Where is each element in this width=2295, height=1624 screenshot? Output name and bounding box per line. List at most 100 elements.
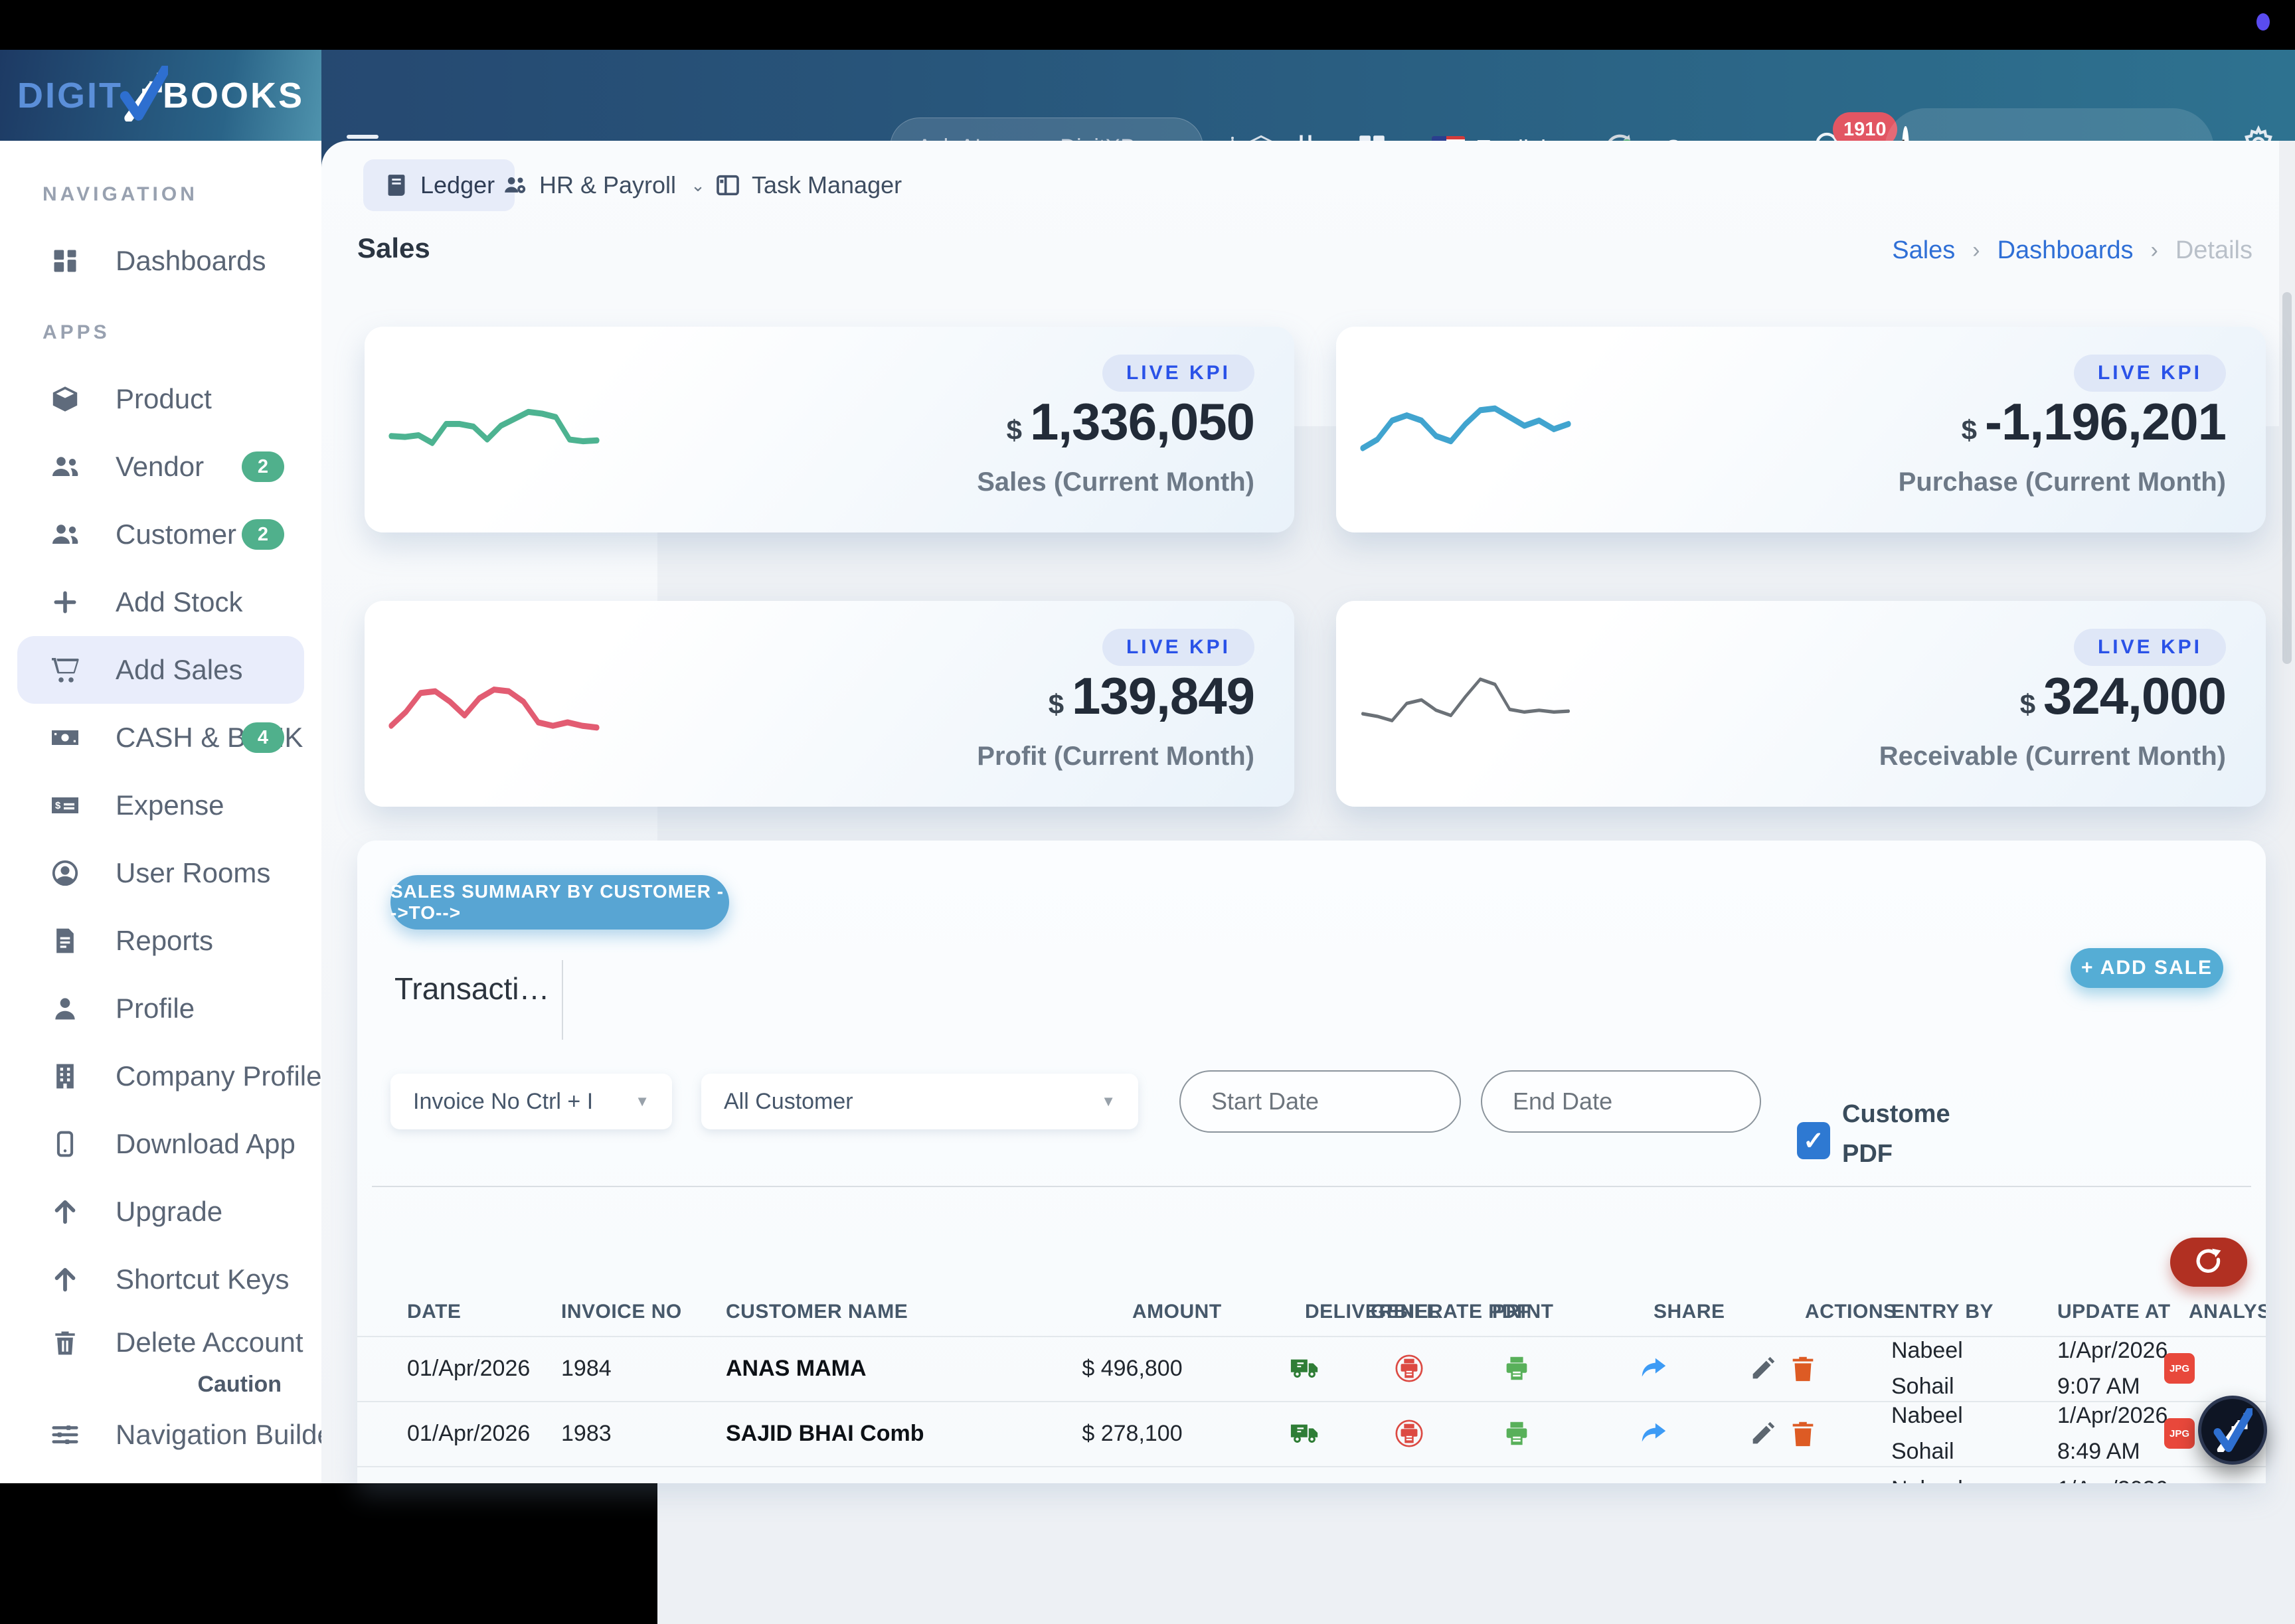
end-date-input[interactable] [1481,1070,1761,1133]
purchase-sparkline [1363,388,1569,474]
sidebar-item-expense[interactable]: $ Expense [17,771,304,839]
kpi-label: Sales (Current Month) [977,467,1254,497]
sidebar-item-upgrade[interactable]: Upgrade [17,1178,304,1246]
sidebar: NAVIGATION Dashboards APPS Product Vendo… [0,141,321,1483]
sidebar-item-product[interactable]: Product [17,365,304,433]
transactions-title: Transacti… [394,971,549,1007]
sidebar-item-user-rooms[interactable]: User Rooms [17,839,304,907]
kpi-label: Purchase (Current Month) [1899,467,2226,497]
sidebar-item-label: Dashboards [116,245,266,277]
kpi-value: 324,000 [2043,670,2226,722]
page-scrollbar[interactable] [2279,141,2295,1483]
tab-ledger[interactable]: Ledger [363,159,515,211]
tab-label: HR & Payroll [539,171,676,199]
analysis-jpg-icon[interactable]: JPG [2164,1336,2195,1401]
sales-summary-button[interactable]: SALES SUMMARY BY CUSTOMER -->TO--> [390,875,729,930]
start-date-input[interactable] [1179,1070,1461,1133]
col-header-print[interactable]: PRINT [1492,1288,1554,1336]
sidebar-item-dashboards[interactable]: Dashboards [17,227,304,295]
breadcrumb-dashboards[interactable]: Dashboards [1998,236,2134,265]
users-icon [49,451,81,483]
sidebar-item-shortcut-keys[interactable]: Shortcut Keys [17,1246,304,1313]
kpi-card-sales: LIVE KPI $1,336,050 Sales (Current Month… [365,327,1294,532]
print-icon[interactable] [1501,1401,1532,1466]
live-kpi-badge: LIVE KPI [2074,355,2226,392]
tab-label: Ledger [420,171,495,199]
product-cube-icon [49,383,81,415]
col-header-analysis[interactable]: ANALYSIS [2189,1288,2266,1336]
svg-text:$: $ [55,800,61,811]
generate-pdf-icon[interactable] [1394,1336,1424,1401]
receivable-sparkline [1363,662,1569,748]
add-sale-button[interactable]: + ADD SALE [2071,948,2223,988]
sidebar-item-profile[interactable]: Profile [17,975,304,1042]
edit-pencil-icon[interactable] [1748,1401,1778,1466]
generate-pdf-icon[interactable] [1394,1401,1424,1466]
col-header-date[interactable]: DATE [407,1288,461,1336]
profit-sparkline [391,662,597,748]
cart-icon [49,654,81,686]
share-icon[interactable] [1638,1336,1669,1401]
invoice-no-select[interactable]: Invoice No Ctrl + I ▼ [390,1074,672,1129]
deliverbill-truck-icon[interactable] [1290,1401,1320,1466]
sidebar-item-company-profile[interactable]: Company Profile [17,1042,304,1110]
share-icon[interactable] [1638,1401,1669,1466]
building-icon [49,1060,81,1092]
analysis-jpg-icon[interactable]: JPG [2164,1401,2195,1466]
custom-pdf-label: Custome PDF [1842,1094,1950,1174]
sidebar-item-download-app[interactable]: Download App [17,1110,304,1178]
sales-sparkline [391,388,597,474]
breadcrumb: Sales › Dashboards › Details [1892,236,2252,265]
col-header-share[interactable]: SHARE [1654,1288,1725,1336]
os-top-strip [0,0,2295,50]
print-icon[interactable] [1501,1336,1532,1401]
live-kpi-badge: LIVE KPI [2074,629,2226,666]
sidebar-item-add-sales[interactable]: Add Sales [17,636,304,704]
caret-down-icon: ▼ [1101,1093,1116,1110]
deliverbill-truck-icon[interactable] [1290,1336,1320,1401]
money-check-icon: $ [49,789,81,821]
kpi-card-purchase: LIVE KPI $-1,196,201 Purchase (Current M… [1336,327,2266,532]
caret-down-icon: ▼ [635,1093,649,1110]
col-header-actions[interactable]: ACTIONS [1805,1288,1897,1336]
sidebar-item-add-stock[interactable]: Add Stock [17,568,304,636]
sidebar-item-cash-bank[interactable]: CASH & BANK 4 [17,704,304,771]
sidebar-item-navigation-builder[interactable]: Navigation Builder [17,1401,304,1469]
col-header-update-at[interactable]: UPDATE AT [2057,1288,2171,1336]
sidebar-section-apps: APPS [42,321,321,348]
report-file-icon [49,925,81,957]
sidebar-item-reports[interactable]: Reports [17,907,304,975]
col-header-amount[interactable]: AMOUNT [1132,1288,1222,1336]
live-kpi-badge: LIVE KPI [1102,629,1254,666]
delete-trash-icon[interactable] [1788,1336,1818,1401]
logo-panel[interactable]: DIGIT BOOKS [0,50,321,141]
digitxbooks-logo-icon [2213,1408,2252,1452]
chevron-down-icon: ⌄ [691,175,705,196]
page-title: Sales [357,232,430,264]
recording-dot [2256,13,2270,31]
tab-task-manager[interactable]: Task Manager [715,159,902,211]
customer-select[interactable]: All Customer ▼ [701,1074,1138,1129]
cash-bank-count-badge: 4 [242,722,284,753]
title-divider [562,960,563,1040]
delete-trash-icon[interactable] [1788,1401,1818,1466]
refresh-button[interactable] [2170,1238,2247,1287]
col-header-invoice-no[interactable]: INVOICE NO [561,1288,682,1336]
col-header-entry-by[interactable]: ENTRY BY [1891,1288,1994,1336]
edit-pencil-icon[interactable] [1748,1336,1778,1401]
col-header-customer[interactable]: CUSTOMER NAME [726,1288,908,1336]
sidebar-item-delete-account[interactable]: Delete Account [17,1313,304,1372]
mobile-icon [49,1128,81,1160]
sidebar-item-vendor[interactable]: Vendor 2 [17,433,304,501]
logo-text-books: BOOKS [163,75,304,116]
logo-text-digit: DIGIT [17,75,123,116]
kpi-label: Profit (Current Month) [977,742,1254,771]
arrow-up-icon [49,1196,81,1228]
sidebar-item-customer[interactable]: Customer 2 [17,501,304,568]
breadcrumb-sales[interactable]: Sales [1892,236,1955,265]
live-kpi-badge: LIVE KPI [1102,355,1254,392]
custom-pdf-checkbox[interactable]: ✓ [1797,1122,1830,1159]
banknote-icon [49,722,81,754]
tab-hr-payroll[interactable]: HR & Payroll ⌄ [502,159,705,211]
assistant-chat-button[interactable] [2198,1396,2267,1465]
